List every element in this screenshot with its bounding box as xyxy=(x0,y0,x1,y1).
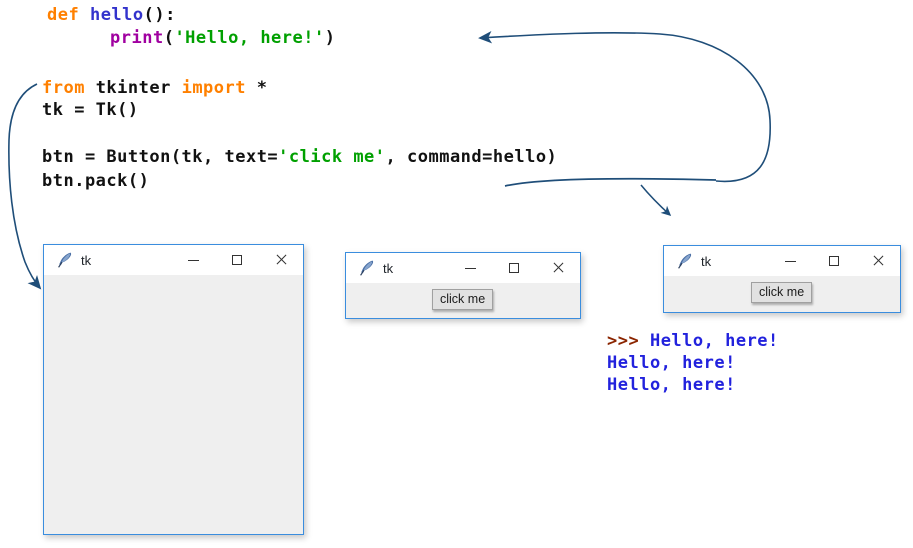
code-line-import: from tkinter import * xyxy=(42,78,267,98)
window-client-area: click me xyxy=(346,283,580,318)
code-token: 'click me' xyxy=(278,147,386,167)
console-prompt: >>> xyxy=(607,331,650,351)
code-token: def xyxy=(47,5,90,25)
code-token: tkinter xyxy=(95,78,182,98)
code-token: btn = Button(tk, text= xyxy=(42,147,279,167)
code-line-button: btn = Button(tk, text='click me', comman… xyxy=(42,147,557,167)
window-controls xyxy=(171,245,303,275)
console-text: Hello, here! xyxy=(607,353,736,373)
close-button[interactable] xyxy=(536,253,580,283)
screenshot-canvas: def hello(): print('Hello, here!') from … xyxy=(0,0,913,548)
window-controls xyxy=(448,253,580,283)
command-hello-underline xyxy=(504,177,717,187)
code-token: btn.pack() xyxy=(42,171,150,191)
click-me-button[interactable]: click me xyxy=(751,282,813,304)
feather-icon xyxy=(678,253,692,269)
maximize-button[interactable] xyxy=(215,245,259,275)
close-button[interactable] xyxy=(856,246,900,276)
minimize-button[interactable] xyxy=(768,246,812,276)
code-to-empty-window-arrow xyxy=(8,83,42,290)
console-line: Hello, here! xyxy=(607,352,779,374)
code-to-clicked-window-arrow xyxy=(640,184,672,217)
code-token: ( xyxy=(163,28,175,48)
window-controls xyxy=(768,246,900,276)
console-line: Hello, here! xyxy=(607,374,779,396)
code-token: tk = Tk() xyxy=(42,100,139,120)
code-line-pack: btn.pack() xyxy=(42,171,149,191)
window-client-area: click me xyxy=(664,276,900,312)
code-line-tk: tk = Tk() xyxy=(42,100,139,120)
code-token: 'Hello, here!' xyxy=(174,28,325,48)
code-token: ) xyxy=(324,28,336,48)
console-output: >>> Hello, here! Hello, here! Hello, here! xyxy=(607,330,779,396)
maximize-button[interactable] xyxy=(812,246,856,276)
code-token: import xyxy=(181,78,246,98)
window-title: tk xyxy=(701,253,712,269)
code-token: print xyxy=(110,28,164,48)
window-titlebar[interactable]: tk xyxy=(44,245,303,275)
feather-icon xyxy=(360,260,374,276)
code-token: * xyxy=(246,78,268,98)
maximize-button[interactable] xyxy=(492,253,536,283)
console-text: Hello, here! xyxy=(649,331,779,351)
console-text: Hello, here! xyxy=(607,375,736,395)
code-token: (): xyxy=(143,5,176,25)
tk-window-clicked[interactable]: tk click me xyxy=(663,245,901,313)
code-line-print: print('Hello, here!') xyxy=(110,28,335,48)
window-client-area xyxy=(44,275,303,534)
minimize-button[interactable] xyxy=(448,253,492,283)
code-token: , command=hello) xyxy=(385,147,558,167)
click-me-button[interactable]: click me xyxy=(432,289,494,311)
close-button[interactable] xyxy=(259,245,303,275)
code-token: hello xyxy=(89,5,144,25)
window-title: tk xyxy=(81,252,92,268)
window-titlebar[interactable]: tk xyxy=(664,246,900,276)
console-line: >>> Hello, here! xyxy=(607,330,779,352)
minimize-button[interactable] xyxy=(171,245,215,275)
code-line-def: def hello(): xyxy=(47,5,176,25)
code-token: from xyxy=(42,78,96,98)
window-title: tk xyxy=(383,260,394,276)
window-titlebar[interactable]: tk xyxy=(346,253,580,283)
feather-icon xyxy=(58,252,72,268)
tk-window-with-button[interactable]: tk click me xyxy=(345,252,581,319)
tk-window-empty[interactable]: tk xyxy=(43,244,304,535)
